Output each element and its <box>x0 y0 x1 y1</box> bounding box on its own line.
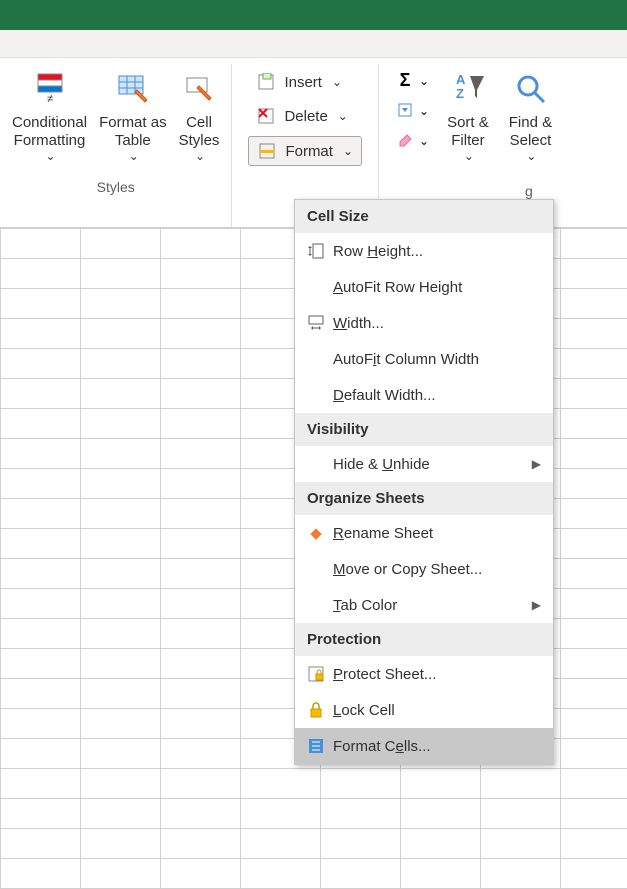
chevron-down-icon <box>195 149 205 164</box>
menu-item-label: Row Height... <box>333 243 541 260</box>
menu-item-label: Hide & Unhide <box>333 456 532 473</box>
blank-icon <box>303 349 329 369</box>
menu-item-autofit-row[interactable]: AutoFit Row Height <box>295 269 553 305</box>
row-height-icon <box>303 241 329 261</box>
conditional-formatting-button[interactable]: ≠ Conditional Formatting <box>6 64 93 169</box>
menu-item-label: AutoFit Column Width <box>333 351 541 368</box>
menu-item-label: Default Width... <box>333 387 541 404</box>
sigma-icon: Σ <box>395 70 415 90</box>
format-button[interactable]: Format <box>248 136 362 166</box>
clear-button[interactable] <box>391 128 433 152</box>
dropdown-section-organize: Organize Sheets <box>295 482 553 515</box>
dropdown-section-visibility: Visibility <box>295 413 553 446</box>
menu-item-label: Width... <box>333 315 541 332</box>
menu-item-label: Move or Copy Sheet... <box>333 561 541 578</box>
chevron-down-icon <box>338 109 348 123</box>
menu-item-lock-cell[interactable]: Lock Cell <box>295 692 553 728</box>
chevron-down-icon <box>332 75 342 89</box>
menu-item-column-width[interactable]: Width... <box>295 305 553 341</box>
delete-cells-icon <box>256 106 276 126</box>
styles-group-label: Styles <box>97 179 135 195</box>
menu-item-row-height[interactable]: Row Height... <box>295 233 553 269</box>
svg-text:≠: ≠ <box>47 93 53 105</box>
svg-text:A: A <box>456 72 466 87</box>
fill-down-icon <box>395 100 415 120</box>
column-width-icon <box>303 313 329 333</box>
format-as-table-icon <box>113 68 153 108</box>
chevron-down-icon <box>46 149 56 164</box>
ribbon-tab-strip <box>0 30 627 58</box>
insert-cells-icon <box>256 72 276 92</box>
menu-item-label: Rename Sheet <box>333 525 541 542</box>
svg-text:Z: Z <box>456 86 464 101</box>
insert-label: Insert <box>284 74 322 91</box>
cell-styles-label: Cell Styles <box>179 114 220 150</box>
menu-item-label: Lock Cell <box>333 702 541 719</box>
insert-button[interactable]: Insert <box>248 68 362 96</box>
menu-item-format-cells[interactable]: Format Cells... <box>295 728 553 764</box>
format-dropdown-menu: Cell Size Row Height... AutoFit Row Heig… <box>294 199 554 765</box>
menu-item-label: Protect Sheet... <box>333 666 541 683</box>
editing-group-label-partial: g <box>525 183 533 199</box>
blank-icon <box>303 385 329 405</box>
format-label: Format <box>285 143 333 160</box>
submenu-arrow-icon: ▶ <box>532 598 541 612</box>
menu-item-label: AutoFit Row Height <box>333 279 541 296</box>
format-as-table-button[interactable]: Format as Table <box>93 64 173 169</box>
find-select-icon <box>510 68 550 108</box>
ribbon-group-styles: ≠ Conditional Formatting <box>0 64 232 227</box>
title-bar <box>0 0 627 30</box>
sort-filter-label: Sort & Filter <box>447 114 489 150</box>
autosum-button[interactable]: Σ <box>391 68 433 92</box>
menu-item-default-width[interactable]: Default Width... <box>295 377 553 413</box>
menu-item-rename-sheet[interactable]: ◆ Rename Sheet <box>295 515 553 551</box>
find-select-button[interactable]: Find & Select <box>503 68 558 169</box>
chevron-down-icon <box>343 144 353 158</box>
conditional-formatting-icon: ≠ <box>30 68 70 108</box>
dropdown-section-cell-size: Cell Size <box>295 200 553 233</box>
find-select-label: Find & Select <box>509 114 552 150</box>
conditional-formatting-label: Conditional Formatting <box>12 114 87 150</box>
menu-item-tab-color[interactable]: Tab Color ▶ <box>295 587 553 623</box>
menu-item-move-copy[interactable]: Move or Copy Sheet... <box>295 551 553 587</box>
menu-item-protect-sheet[interactable]: Protect Sheet... <box>295 656 553 692</box>
menu-item-hide-unhide[interactable]: Hide & Unhide ▶ <box>295 446 553 482</box>
eraser-icon <box>395 130 415 150</box>
rename-icon: ◆ <box>303 523 329 543</box>
fill-button[interactable] <box>391 98 433 122</box>
protect-sheet-icon <box>303 664 329 684</box>
chevron-down-icon <box>464 149 474 164</box>
delete-label: Delete <box>284 108 327 125</box>
cell-styles-icon <box>179 68 219 108</box>
menu-item-label: Format Cells... <box>333 738 541 755</box>
chevron-down-icon <box>419 132 429 148</box>
submenu-arrow-icon: ▶ <box>532 457 541 471</box>
sort-filter-button[interactable]: A Z Sort & Filter <box>441 68 495 169</box>
blank-icon <box>303 595 329 615</box>
format-icon <box>257 141 277 161</box>
blank-icon <box>303 454 329 474</box>
chevron-down-icon <box>526 149 536 164</box>
chevron-down-icon <box>419 72 429 88</box>
blank-icon <box>303 277 329 297</box>
chevron-down-icon <box>419 102 429 118</box>
format-cells-icon <box>303 736 329 756</box>
menu-item-label: Tab Color <box>333 597 532 614</box>
delete-button[interactable]: Delete <box>248 102 362 130</box>
sort-filter-icon: A Z <box>448 68 488 108</box>
chevron-down-icon <box>129 149 139 164</box>
lock-icon <box>303 700 329 720</box>
menu-item-autofit-column[interactable]: AutoFit Column Width <box>295 341 553 377</box>
blank-icon <box>303 559 329 579</box>
cell-styles-button[interactable]: Cell Styles <box>173 64 226 169</box>
dropdown-section-protection: Protection <box>295 623 553 656</box>
format-as-table-label: Format as Table <box>99 114 167 150</box>
